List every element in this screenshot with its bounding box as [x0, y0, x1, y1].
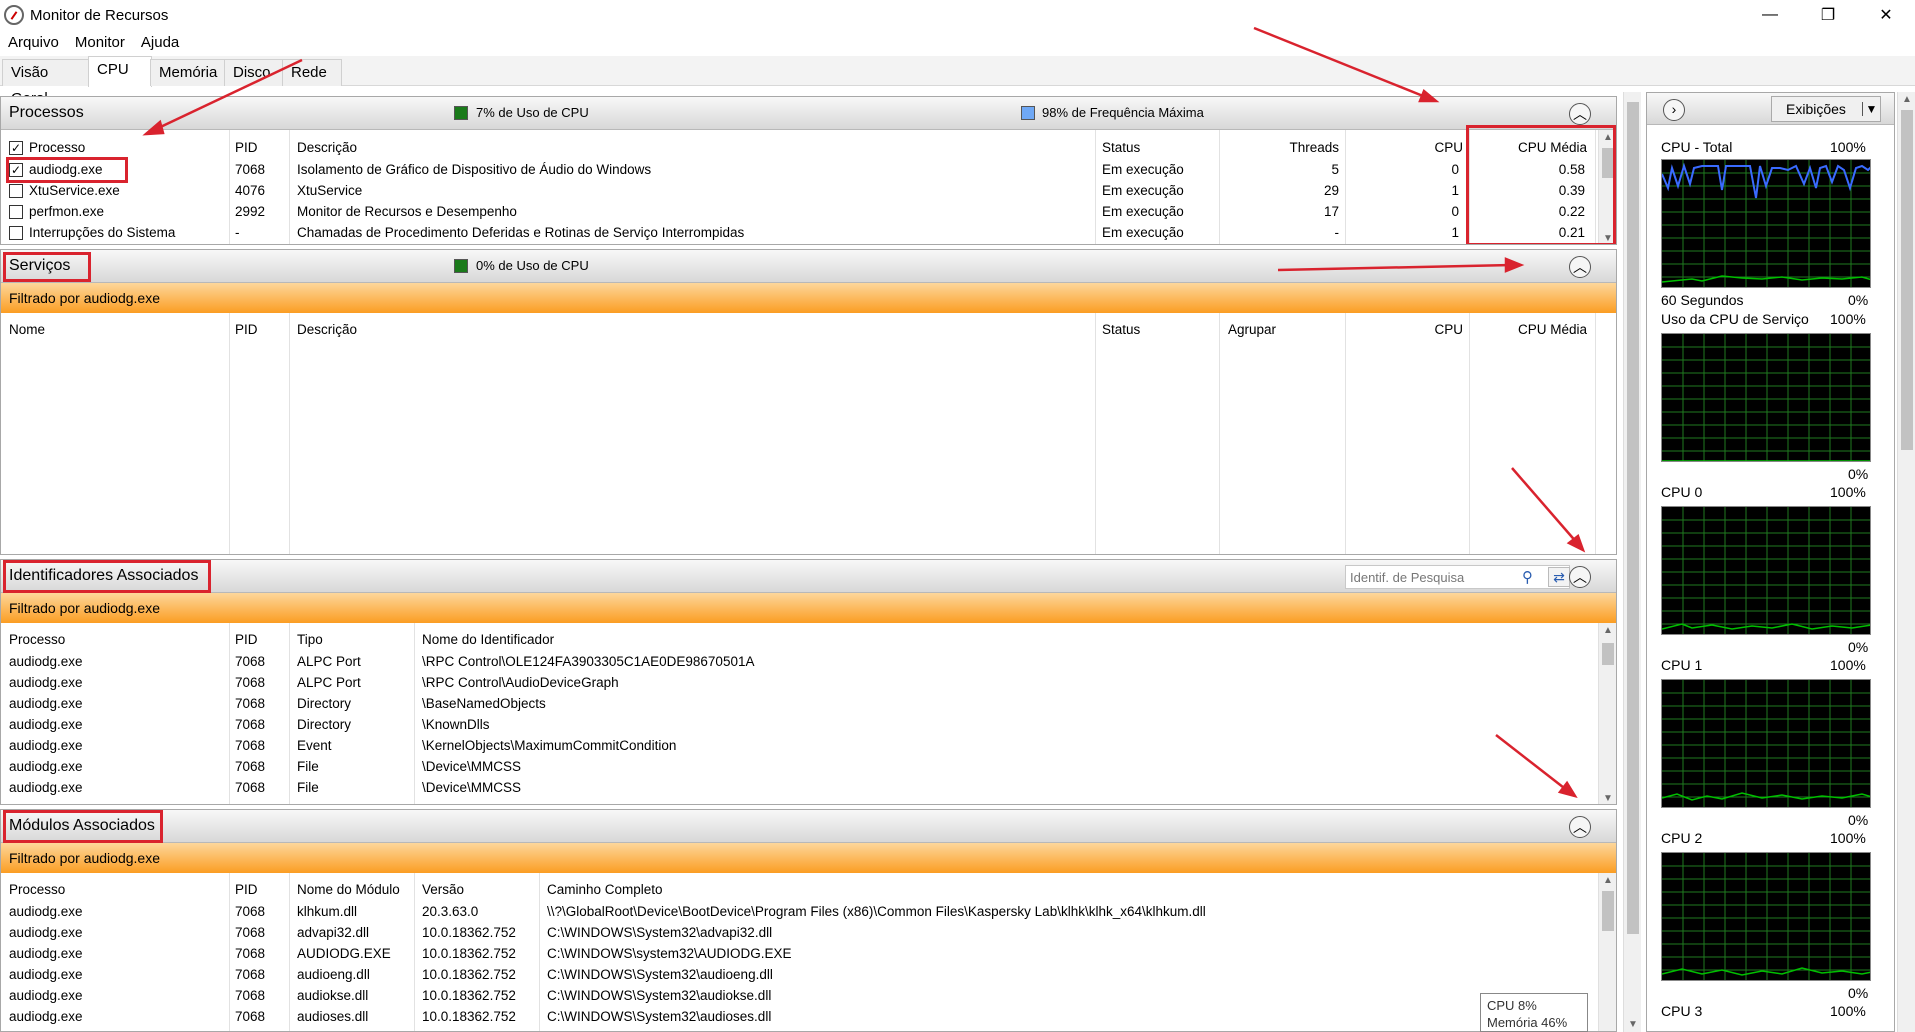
resource-monitor-window: Monitor de Recursos — ❐ ✕ Arquivo Monito…: [0, 0, 1915, 1032]
annotation-arrows: [142, 26, 1586, 799]
